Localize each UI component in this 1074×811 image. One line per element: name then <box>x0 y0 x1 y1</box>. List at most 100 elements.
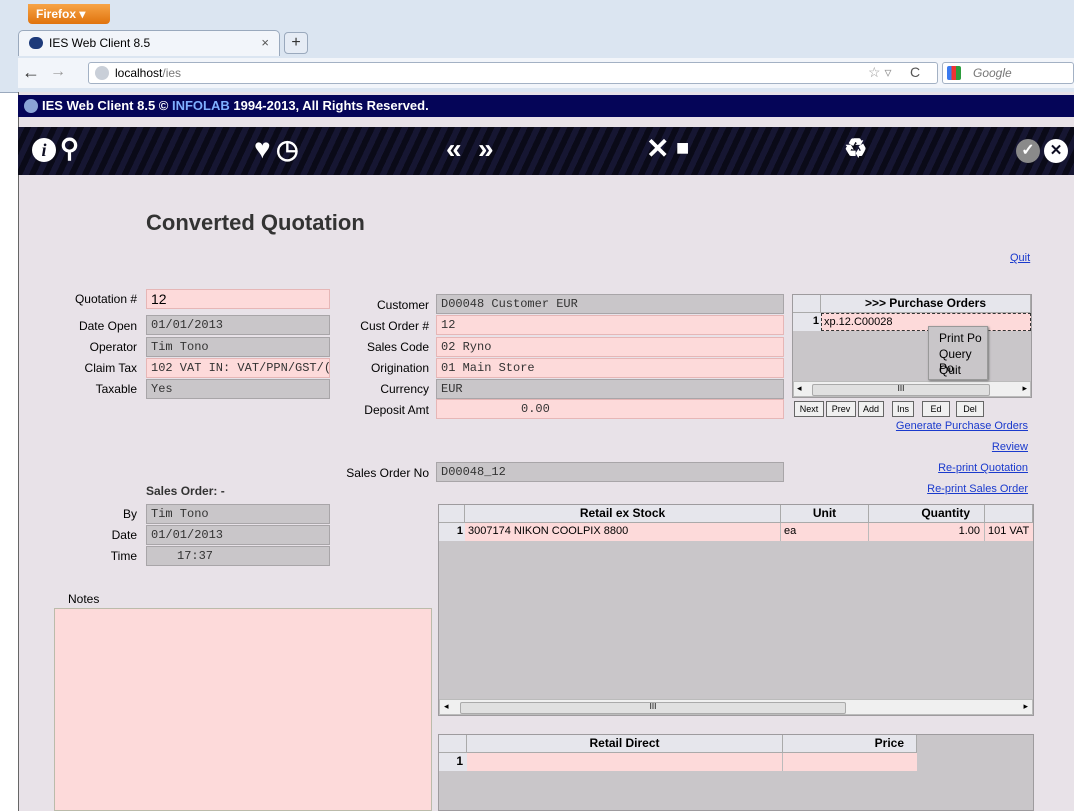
quit-menu-item[interactable]: Quit <box>939 363 961 377</box>
stock-quantity-cell[interactable]: 1.00 <box>869 523 985 541</box>
quotation-number-input[interactable]: 12 <box>146 289 330 309</box>
deposit-amount-field[interactable]: 0.00 <box>436 399 784 419</box>
retail-ex-stock-header[interactable]: Retail ex Stock <box>465 505 781 523</box>
tab-close-icon[interactable]: × <box>261 35 269 50</box>
stock-row-number: 1 <box>439 523 465 541</box>
banner-company: INFOLAB <box>171 98 230 113</box>
browser-tab[interactable]: IES Web Client 8.5 × <box>18 30 280 56</box>
scroll-right-icon[interactable]: ▸ <box>1022 383 1027 394</box>
notes-label: Notes <box>68 592 100 606</box>
url-bar[interactable]: localhost/ies <box>88 62 938 84</box>
confirm-check-icon[interactable]: ✓ <box>1016 139 1040 163</box>
generate-purchase-orders-link[interactable]: Generate Purchase Orders <box>896 420 1028 432</box>
operator-field[interactable]: Tim Tono <box>146 337 330 357</box>
tools-icon[interactable]: ✕ <box>646 132 669 165</box>
operator-label: Operator <box>89 340 137 354</box>
app-toolbar: i ⚲ ♥ ◷ « » ✕ ■ ♻ ✓ ✕ <box>18 127 1074 175</box>
po-delete-button[interactable]: Del <box>956 401 984 417</box>
retail-direct-header[interactable]: Retail Direct <box>467 735 783 753</box>
stock-unit-cell[interactable]: ea <box>781 523 869 541</box>
info-icon[interactable]: i <box>32 138 56 162</box>
price-header[interactable]: Price <box>783 735 917 753</box>
scroll-left-icon[interactable]: ◂ <box>797 383 802 394</box>
by-label: By <box>122 507 137 521</box>
customer-label: Customer <box>376 298 429 312</box>
po-insert-button[interactable]: Ins <box>892 401 914 417</box>
taxable-field[interactable]: Yes <box>146 379 330 399</box>
back-arrow-icon[interactable]: ← <box>22 62 40 83</box>
forward-arrow-icon[interactable]: → <box>50 63 66 81</box>
quotation-number-label: Quotation # <box>74 292 137 306</box>
retail-direct-grid: Retail Direct Price 1 <box>438 734 1034 811</box>
page-title: Converted Quotation <box>146 210 365 235</box>
bookmark-star-icon[interactable]: ☆ ▿ <box>868 64 891 81</box>
stock-tax-cell[interactable]: 101 VAT <box>985 523 1033 541</box>
currency-label: Currency <box>380 382 429 396</box>
history-clock-icon[interactable]: ◷ <box>276 134 299 165</box>
customer-field[interactable]: D00048 Customer EUR <box>436 294 784 314</box>
sales-order-no-label: Sales Order No <box>346 466 429 480</box>
unit-header[interactable]: Unit <box>781 505 869 523</box>
previous-record-icon[interactable]: « <box>446 133 462 165</box>
currency-field[interactable]: EUR <box>436 379 784 399</box>
po-prev-button[interactable]: Prev <box>826 401 856 417</box>
banner-text-prefix: IES Web Client 8.5 © <box>42 98 172 113</box>
reprint-sales-order-link[interactable]: Re-print Sales Order <box>927 483 1028 495</box>
reprint-quotation-link[interactable]: Re-print Quotation <box>938 462 1028 474</box>
date-open-field[interactable]: 01/01/2013 <box>146 315 330 335</box>
cust-order-field[interactable]: 12 <box>436 315 784 335</box>
origination-field[interactable]: 01 Main Store <box>436 358 784 378</box>
sales-code-label: Sales Code <box>366 340 429 354</box>
print-po-menu-item[interactable]: Print Po <box>939 331 982 345</box>
stock-grid-scrollbar[interactable]: ◂ III ▸ <box>439 699 1033 715</box>
recycle-icon[interactable]: ♻ <box>844 133 867 164</box>
po-scroll-thumb[interactable]: III <box>812 384 990 396</box>
taxable-label: Taxable <box>95 382 137 396</box>
direct-item-cell[interactable] <box>467 753 783 771</box>
firefox-menu-button[interactable]: Firefox ▾ <box>28 4 110 24</box>
app-banner: IES Web Client 8.5 © INFOLAB 1994-2013, … <box>18 95 1074 117</box>
copy-icon[interactable]: ■ <box>676 135 689 161</box>
notes-textarea[interactable] <box>54 608 432 811</box>
scroll-left-icon[interactable]: ◂ <box>444 701 449 712</box>
scroll-right-icon[interactable]: ▸ <box>1023 701 1028 712</box>
stock-grid-extra-header[interactable] <box>985 505 1033 523</box>
new-tab-button[interactable]: + <box>284 32 308 54</box>
direct-price-cell[interactable] <box>783 753 917 771</box>
stock-item-cell[interactable]: 3007174 NIKON COOLPIX 8800 <box>465 523 781 541</box>
po-add-button[interactable]: Add <box>858 401 884 417</box>
quantity-header[interactable]: Quantity <box>869 505 985 523</box>
search-icon[interactable]: ⚲ <box>60 133 79 164</box>
search-input[interactable]: Google <box>942 62 1074 84</box>
date-open-label: Date Open <box>78 319 137 333</box>
reload-icon[interactable]: C <box>910 64 920 80</box>
stock-grid-corner <box>439 505 465 523</box>
review-link[interactable]: Review <box>992 441 1028 453</box>
origination-label: Origination <box>370 361 429 375</box>
po-grid-scrollbar[interactable]: ◂ III ▸ <box>793 381 1031 397</box>
close-icon[interactable]: ✕ <box>1044 139 1068 163</box>
quit-link[interactable]: Quit <box>1010 252 1030 264</box>
sales-order-no-field[interactable]: D00048_12 <box>436 462 784 482</box>
cust-order-label: Cust Order # <box>360 319 429 333</box>
sales-code-field[interactable]: 02 Ryno <box>436 337 784 357</box>
po-row-cell[interactable]: xp.12.C00028 <box>821 313 1031 331</box>
po-grid-header[interactable]: >>> Purchase Orders <box>821 295 1031 313</box>
po-row-number: 1 <box>793 313 821 331</box>
date-field[interactable]: 01/01/2013 <box>146 525 330 545</box>
retail-ex-stock-grid: Retail ex Stock Unit Quantity 1 3007174 … <box>438 504 1034 716</box>
favorite-heart-icon[interactable]: ♥ <box>254 133 271 165</box>
url-path: /ies <box>162 66 182 80</box>
stock-scroll-thumb[interactable]: III <box>460 702 846 714</box>
po-next-button[interactable]: Next <box>794 401 824 417</box>
url-text: localhost/ies <box>115 66 181 80</box>
po-edit-button[interactable]: Ed <box>922 401 950 417</box>
by-field[interactable]: Tim Tono <box>146 504 330 524</box>
purchase-orders-grid: >>> Purchase Orders 1 xp.12.C00028 ◂ III… <box>792 294 1032 398</box>
direct-row-number: 1 <box>439 753 467 771</box>
next-record-icon[interactable]: » <box>478 133 494 165</box>
claim-tax-field[interactable]: 102 VAT IN: VAT/PPN/GST/( <box>146 358 330 378</box>
sales-order-heading: Sales Order: - <box>146 484 225 498</box>
time-field[interactable]: 17:37 <box>146 546 330 566</box>
po-context-menu: Print Po Query Po Quit <box>928 326 988 380</box>
